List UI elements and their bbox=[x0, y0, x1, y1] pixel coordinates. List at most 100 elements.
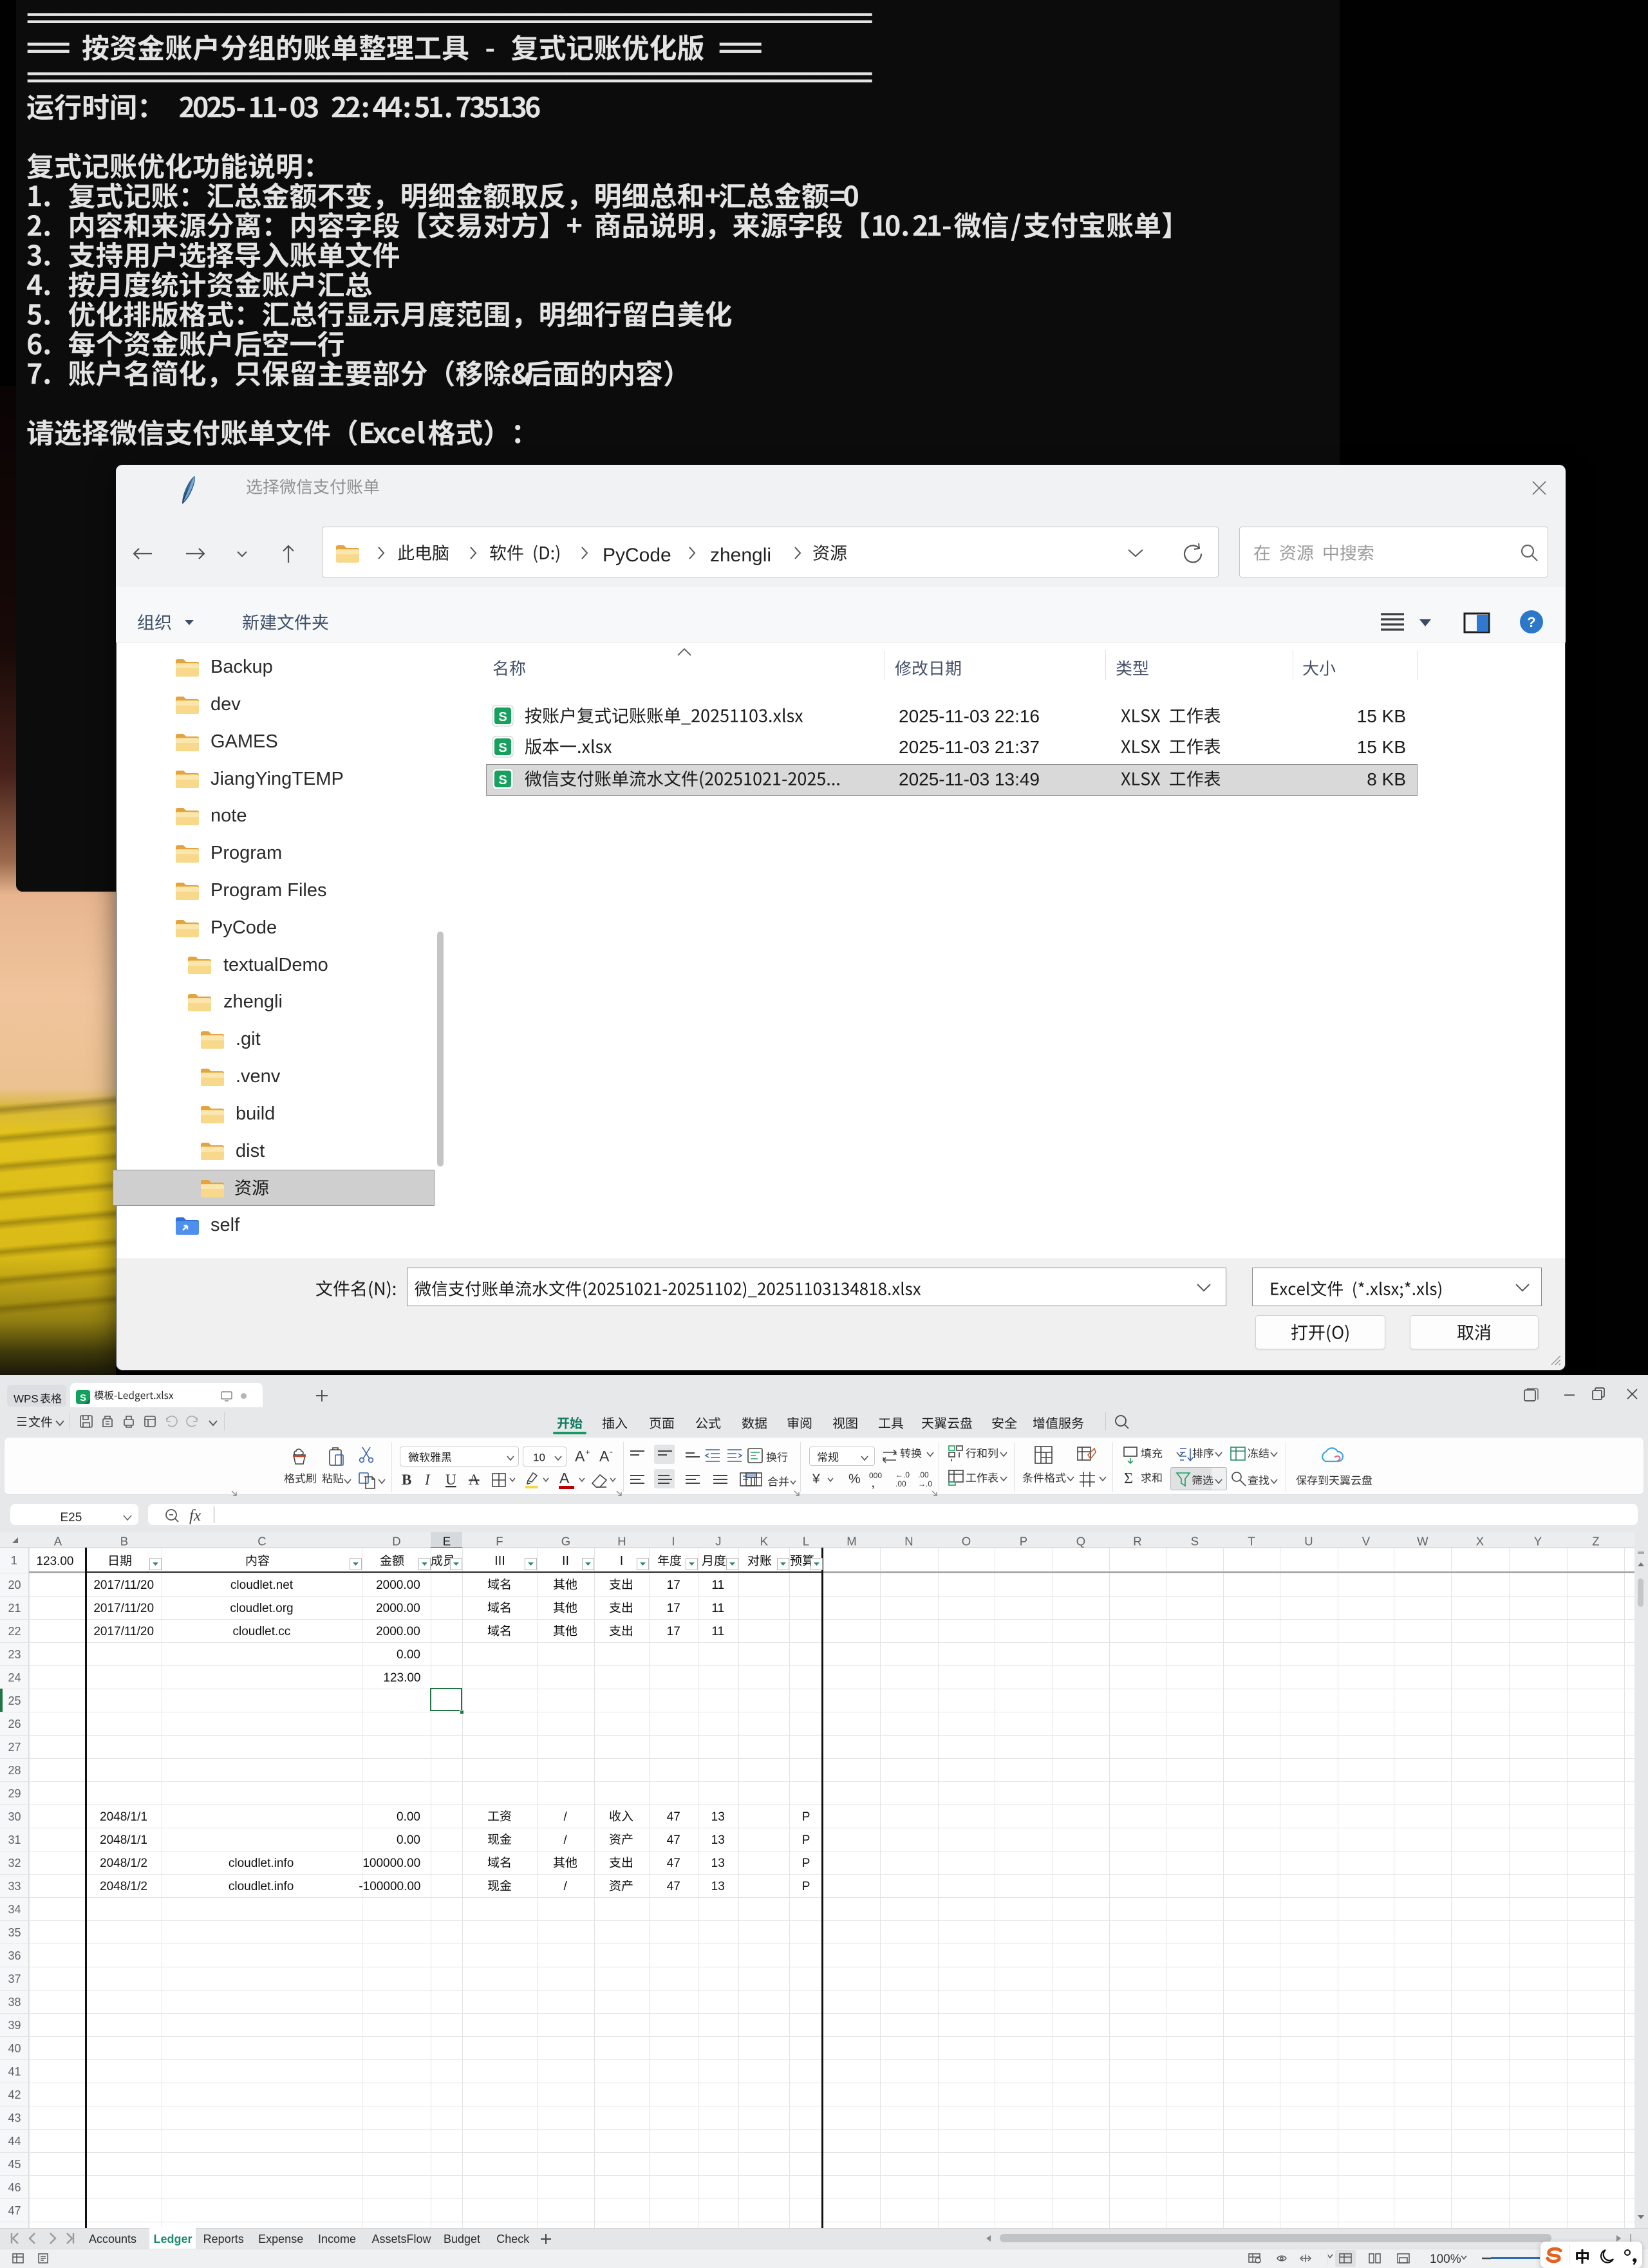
svg-text:N: N bbox=[904, 1534, 913, 1548]
svg-text:dist: dist bbox=[236, 1140, 265, 1161]
svg-text:/: / bbox=[563, 1810, 567, 1824]
svg-text:32: 32 bbox=[8, 1857, 21, 1870]
svg-text:%: % bbox=[848, 1472, 861, 1486]
svg-text:←.0: ←.0 bbox=[895, 1470, 910, 1479]
svg-text:100%: 100% bbox=[1430, 2253, 1461, 2266]
svg-text:44: 44 bbox=[8, 2135, 21, 2148]
svg-text:F: F bbox=[496, 1534, 503, 1548]
svg-text:2000.00: 2000.00 bbox=[376, 1579, 420, 1592]
svg-text:47: 47 bbox=[666, 1810, 680, 1824]
svg-text:17: 17 bbox=[666, 1579, 680, 1592]
svg-text:2000.00: 2000.00 bbox=[376, 1625, 420, 1638]
svg-text:-100000.00: -100000.00 bbox=[359, 1880, 420, 1893]
svg-text:13: 13 bbox=[711, 1880, 724, 1893]
svg-text:100000.00: 100000.00 bbox=[362, 1857, 420, 1870]
svg-text:P: P bbox=[802, 1833, 810, 1847]
svg-text:self: self bbox=[211, 1215, 240, 1235]
svg-text:U: U bbox=[1304, 1534, 1313, 1548]
svg-text:17: 17 bbox=[666, 1625, 680, 1638]
svg-text:U: U bbox=[445, 1472, 456, 1488]
svg-text:2025-11-03 21:37: 2025-11-03 21:37 bbox=[899, 737, 1040, 757]
svg-text:Expense: Expense bbox=[258, 2233, 303, 2245]
svg-text:textualDemo: textualDemo bbox=[223, 954, 328, 975]
svg-text:20: 20 bbox=[8, 1579, 21, 1591]
svg-text:O: O bbox=[962, 1534, 971, 1548]
svg-text:M: M bbox=[847, 1534, 856, 1548]
svg-text:0.00: 0.00 bbox=[397, 1648, 420, 1662]
svg-text:.git: .git bbox=[236, 1029, 261, 1049]
svg-text:/: / bbox=[563, 1833, 567, 1847]
svg-text:¥: ¥ bbox=[812, 1472, 820, 1486]
svg-text:10: 10 bbox=[533, 1452, 545, 1464]
svg-text:Reports: Reports bbox=[203, 2233, 243, 2245]
svg-text:41: 41 bbox=[8, 2065, 21, 2078]
svg-text:B: B bbox=[402, 1472, 411, 1488]
svg-text:-: - bbox=[610, 1447, 613, 1457]
svg-text:+: + bbox=[585, 1447, 590, 1457]
svg-text:P: P bbox=[1020, 1534, 1027, 1548]
svg-text:2017/11/20: 2017/11/20 bbox=[93, 1625, 154, 1638]
svg-text:GAMES: GAMES bbox=[211, 731, 278, 752]
svg-text:45: 45 bbox=[8, 2158, 21, 2171]
svg-text:11: 11 bbox=[711, 1625, 724, 1638]
svg-text:A: A bbox=[53, 1534, 62, 1548]
svg-text:?: ? bbox=[1527, 614, 1535, 630]
svg-text:Program Files: Program Files bbox=[211, 880, 327, 901]
svg-text:25: 25 bbox=[8, 1694, 21, 1707]
svg-text:31: 31 bbox=[8, 1833, 21, 1846]
svg-text:build: build bbox=[236, 1103, 275, 1124]
svg-text:Backup: Backup bbox=[211, 657, 273, 677]
svg-text:cloudlet.net: cloudlet.net bbox=[230, 1579, 293, 1592]
svg-text:11: 11 bbox=[711, 1579, 724, 1592]
svg-text:G: G bbox=[561, 1534, 570, 1548]
svg-text:0.00: 0.00 bbox=[397, 1833, 420, 1847]
svg-text:zhengli: zhengli bbox=[710, 545, 771, 566]
svg-text:X: X bbox=[1476, 1534, 1484, 1548]
svg-text:15 KB: 15 KB bbox=[1357, 737, 1406, 757]
svg-text:2017/11/20: 2017/11/20 bbox=[93, 1602, 154, 1615]
svg-text:17: 17 bbox=[666, 1602, 680, 1615]
svg-text:Accounts: Accounts bbox=[89, 2233, 136, 2245]
svg-text:38: 38 bbox=[8, 1996, 21, 2009]
svg-text:47: 47 bbox=[8, 2204, 21, 2217]
svg-text:39: 39 bbox=[8, 2019, 21, 2032]
svg-text:2048/1/1: 2048/1/1 bbox=[100, 1810, 147, 1824]
svg-text:note: note bbox=[211, 805, 247, 826]
svg-text:PyCode: PyCode bbox=[211, 917, 277, 938]
svg-text:Program: Program bbox=[211, 843, 282, 863]
svg-text:2017/11/20: 2017/11/20 bbox=[93, 1579, 154, 1592]
svg-text:A: A bbox=[559, 1470, 570, 1486]
svg-text:2048/1/1: 2048/1/1 bbox=[100, 1833, 147, 1847]
svg-text:0.00: 0.00 bbox=[397, 1810, 420, 1824]
svg-text:C: C bbox=[258, 1534, 266, 1548]
svg-text:JiangYingTEMP: JiangYingTEMP bbox=[211, 768, 344, 789]
svg-text:B: B bbox=[120, 1534, 127, 1548]
svg-text:I: I bbox=[424, 1472, 431, 1488]
svg-text:P: P bbox=[802, 1810, 810, 1824]
svg-text:8 KB: 8 KB bbox=[1367, 769, 1406, 789]
svg-text:34: 34 bbox=[8, 1903, 21, 1916]
svg-text:13: 13 bbox=[711, 1810, 724, 1824]
svg-text:Ledger: Ledger bbox=[153, 2233, 192, 2245]
svg-text:→.0: →.0 bbox=[918, 1479, 932, 1488]
svg-text:fx: fx bbox=[189, 1507, 201, 1524]
svg-text:AssetsFlow: AssetsFlow bbox=[371, 2233, 431, 2245]
svg-text:P: P bbox=[802, 1857, 810, 1870]
svg-text:123.00: 123.00 bbox=[36, 1555, 73, 1568]
svg-text:30: 30 bbox=[8, 1810, 21, 1823]
svg-text:T: T bbox=[1248, 1534, 1255, 1548]
svg-text:46: 46 bbox=[8, 2181, 21, 2194]
svg-text:Check: Check bbox=[496, 2233, 530, 2245]
svg-text:Budget: Budget bbox=[443, 2233, 480, 2245]
svg-text:42: 42 bbox=[8, 2088, 21, 2101]
svg-text:,: , bbox=[872, 1479, 874, 1490]
svg-text:W: W bbox=[1417, 1534, 1428, 1548]
svg-text:J: J bbox=[715, 1534, 721, 1548]
svg-text:47: 47 bbox=[666, 1880, 680, 1893]
svg-text:28: 28 bbox=[8, 1764, 21, 1777]
svg-text:15 KB: 15 KB bbox=[1357, 706, 1406, 726]
svg-text:35: 35 bbox=[8, 1926, 21, 1939]
svg-text:L: L bbox=[803, 1534, 809, 1548]
svg-text:A: A bbox=[575, 1448, 585, 1465]
svg-text:Income: Income bbox=[317, 2233, 355, 2245]
